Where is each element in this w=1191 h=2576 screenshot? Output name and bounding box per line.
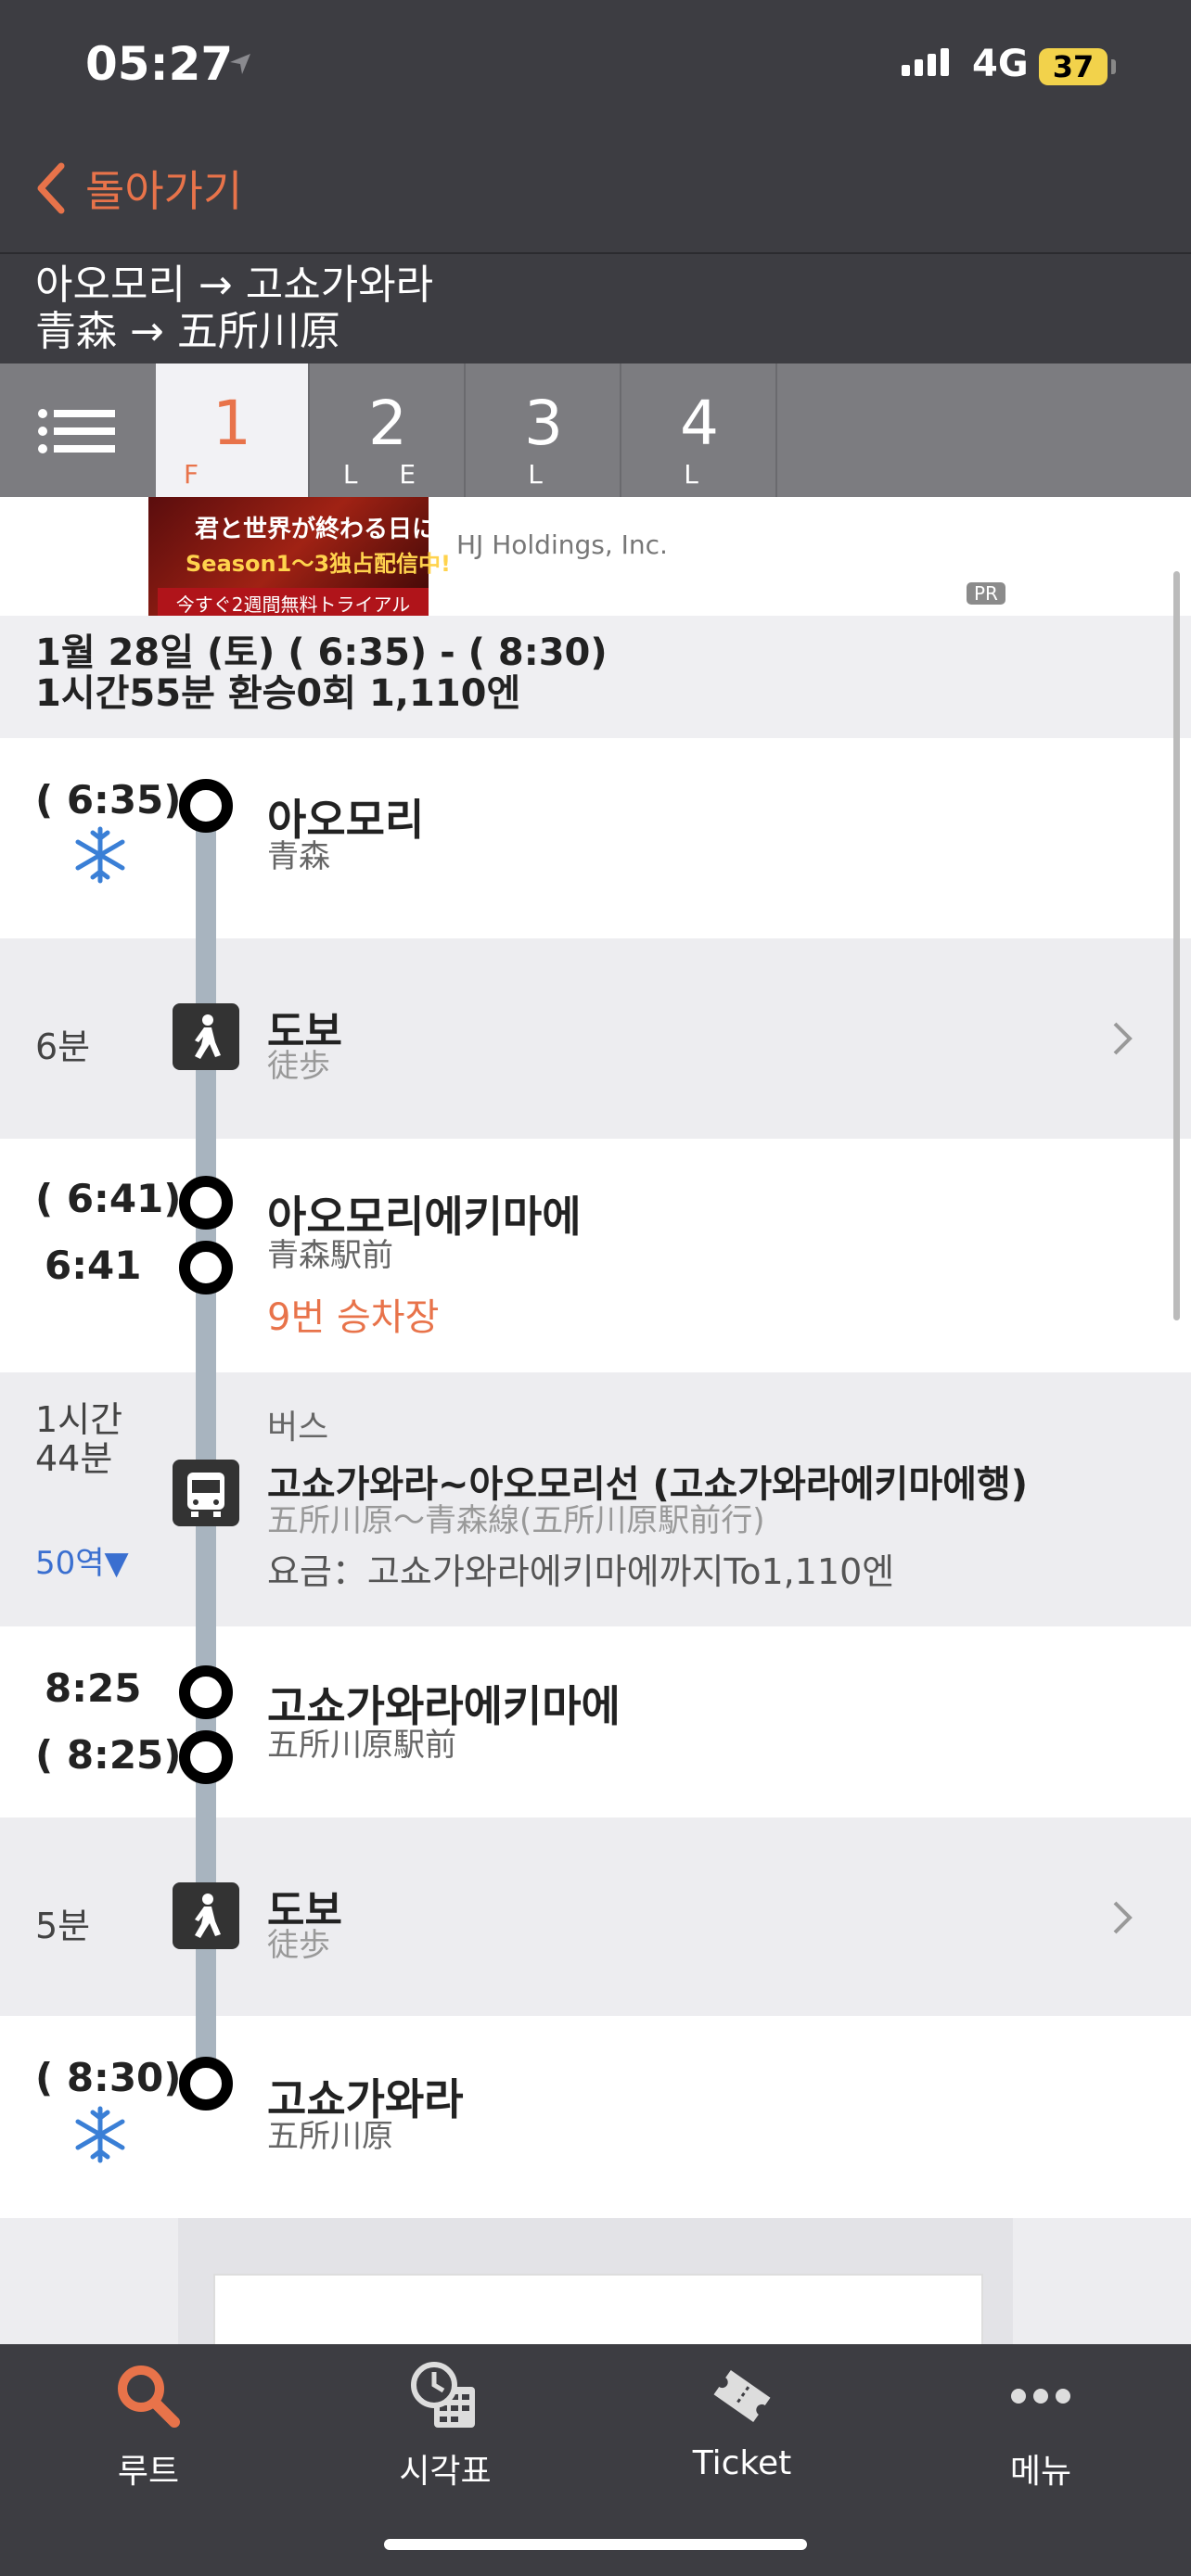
nav-timetable[interactable]: 시각표 xyxy=(343,2359,547,2493)
station-node xyxy=(179,1665,233,1719)
nav-label: 루트 xyxy=(117,2453,180,2491)
ad-pr-badge: PR xyxy=(967,582,1005,605)
nav-menu[interactable]: 메뉴 xyxy=(939,2359,1143,2493)
tab-flags: L xyxy=(528,459,559,490)
ticket-icon xyxy=(713,2369,771,2423)
search-icon xyxy=(118,2366,180,2428)
departure-time: ( 6:35) xyxy=(35,777,182,823)
station-row[interactable] xyxy=(0,1139,1191,1372)
back-button[interactable]: 돌아가기 xyxy=(35,158,242,219)
nav-label: 메뉴 xyxy=(1009,2453,1072,2491)
ad-image-cta: 今すぐ2週間無料トライアル xyxy=(158,588,429,618)
chevron-right-icon xyxy=(1113,1022,1133,1055)
station-name-ja: 青森駅前 xyxy=(267,1237,393,1274)
snowflake-icon xyxy=(75,2106,125,2163)
bus-duration: 1시간 44분 xyxy=(35,1399,123,1479)
tab-flags: F xyxy=(184,459,216,490)
station-name-ja: 五所川原 xyxy=(267,2118,393,2155)
station-node xyxy=(179,2057,233,2111)
departure-time: 6:41 xyxy=(45,1243,142,1288)
tab-flags: L xyxy=(684,459,715,490)
station-name-ja: 青森 xyxy=(267,838,330,875)
tab-route-3[interactable]: 3 L xyxy=(467,363,621,497)
station-node xyxy=(179,779,233,833)
divider xyxy=(0,252,1191,254)
nav-route[interactable]: 루트 xyxy=(46,2359,250,2493)
walk-icon xyxy=(173,1882,239,1949)
chevron-right-icon xyxy=(1113,1901,1133,1934)
battery-icon: 37 xyxy=(1039,48,1108,85)
bus-line-name-ja: 五所川原〜青森線(五所川原駅前行) xyxy=(267,1502,765,1539)
snowflake-icon xyxy=(75,826,125,884)
stops-toggle[interactable]: 50역▼ xyxy=(35,1537,129,1583)
fare-info: 요금：고쇼가와라에키마에까지To1,110엔 xyxy=(267,1551,895,1592)
station-node xyxy=(179,1176,233,1230)
tab-number: 3 xyxy=(524,388,563,459)
station-row-destination[interactable] xyxy=(0,2016,1191,2218)
route-title-ja: 青森 → 五所川原 xyxy=(35,308,340,355)
signal-icon xyxy=(902,48,949,76)
route-title-ko: 아오모리 → 고쇼가와라 xyxy=(35,261,434,309)
platform-label: 9번 승차장 xyxy=(267,1296,440,1339)
walk-duration: 6분 xyxy=(35,1027,91,1067)
tab-number: 1 xyxy=(212,388,251,459)
walk-icon xyxy=(173,1003,239,1070)
chevron-left-icon xyxy=(37,162,65,214)
arrival-time: ( 8:30) xyxy=(35,2055,182,2100)
home-indicator xyxy=(384,2539,807,2550)
bus-icon xyxy=(173,1460,239,1526)
station-name-ja: 五所川原駅前 xyxy=(267,1727,456,1764)
status-time: 05:27 xyxy=(85,37,234,91)
tab-flags: L E xyxy=(342,459,433,490)
transport-type: 버스 xyxy=(267,1409,329,1447)
nav-label: Ticket xyxy=(692,2444,792,2482)
ad-sponsor: HJ Holdings, Inc. xyxy=(456,529,668,560)
station-row-origin[interactable] xyxy=(0,738,1191,938)
tab-route-2[interactable]: 2 L E xyxy=(312,363,466,497)
tab-number: 2 xyxy=(368,388,407,459)
nav-label: 시각표 xyxy=(399,2453,492,2491)
network-type: 4G xyxy=(972,43,1029,85)
summary-date-time: 1월 28일 (토) ( 6:35) - ( 8:30) xyxy=(35,631,608,674)
nav-ticket[interactable]: Ticket xyxy=(640,2359,844,2482)
station-node xyxy=(179,1241,233,1294)
walk-duration: 5분 xyxy=(35,1906,91,1946)
arrival-time: 8:25 xyxy=(45,1665,142,1711)
ad-image-subtitle: Season1〜3独占配信中! xyxy=(186,551,451,577)
arrival-time: ( 6:41) xyxy=(35,1176,182,1221)
location-arrow-icon xyxy=(230,54,250,74)
tab-number: 4 xyxy=(680,388,719,459)
tab-route-1[interactable]: 1 F xyxy=(156,363,310,497)
walk-subtitle: 徒歩 xyxy=(267,1927,330,1964)
ad-image-title: 君と世界が終わる日に xyxy=(195,516,437,543)
tab-route-4[interactable]: 4 L xyxy=(623,363,777,497)
list-icon[interactable] xyxy=(37,408,117,454)
walk-subtitle: 徒歩 xyxy=(267,1048,330,1085)
summary-duration-fare: 1시간55분 환승0회 1,110엔 xyxy=(35,672,521,715)
timetable-icon xyxy=(411,2362,475,2428)
battery-cap xyxy=(1111,59,1116,74)
scrollbar[interactable] xyxy=(1173,571,1180,1320)
more-icon xyxy=(1011,2389,1070,2404)
back-label: 돌아가기 xyxy=(85,166,243,216)
departure-time: ( 8:25) xyxy=(35,1732,182,1778)
station-node xyxy=(179,1730,233,1784)
